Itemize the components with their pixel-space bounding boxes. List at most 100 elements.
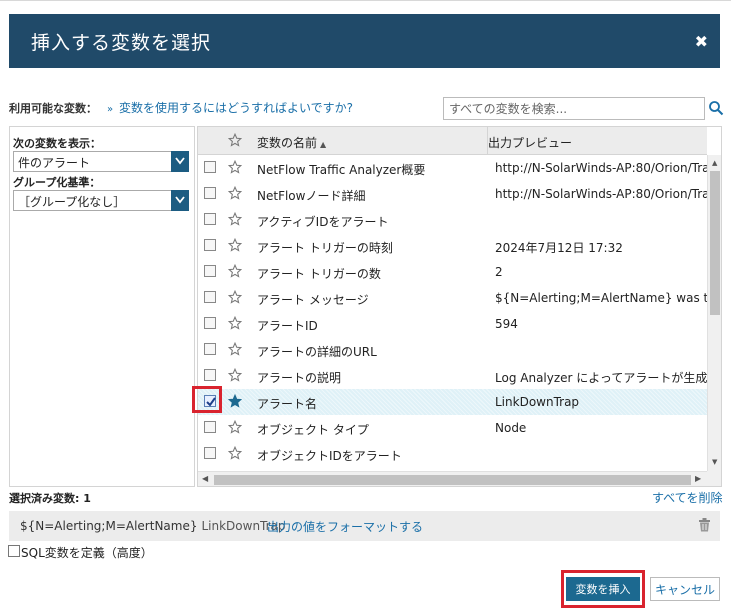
row-checkbox[interactable] — [204, 317, 216, 329]
variable-name: アラート メッセージ — [257, 293, 369, 307]
cancel-button[interactable]: キャンセル — [650, 577, 720, 601]
sort-asc-icon: ▲ — [320, 140, 327, 149]
table-row[interactable]: アラートの説明 Log Analyzer によってアラートが生成されました — [198, 363, 707, 389]
row-checkbox[interactable] — [204, 265, 216, 277]
row-checkbox[interactable] — [204, 187, 216, 199]
table-row[interactable]: アラート名 LinkDownTrap — [198, 389, 707, 415]
horizontal-scrollbar[interactable]: ◀ ▶ — [198, 471, 707, 486]
variable-name: アラート トリガーの数 — [257, 267, 381, 281]
available-variables-label: 利用可能な変数： — [9, 102, 97, 115]
scroll-thumb[interactable] — [214, 475, 691, 485]
sql-variable-checkbox[interactable] — [8, 545, 20, 557]
variable-preview: ${N=Alerting;M=AlertName} was triggered — [495, 291, 707, 305]
variable-preview: http://N-SolarWinds-AP:80/Orion/Traffic — [495, 161, 707, 175]
help-link-text[interactable]: 変数を使用するにはどうすればよいですか? — [119, 101, 353, 115]
variable-name: アラート名 — [257, 397, 318, 411]
star-icon[interactable] — [228, 186, 242, 200]
sql-variable-label: SQL変数を定義（高度） — [21, 546, 153, 560]
star-icon[interactable] — [228, 160, 242, 174]
highlight-box-insert — [561, 570, 645, 608]
star-icon[interactable] — [228, 290, 242, 304]
search-icon[interactable] — [708, 100, 724, 116]
star-icon[interactable] — [228, 316, 242, 330]
table-row[interactable]: NetFlow Traffic Analyzer概要 http://N-Solar… — [198, 155, 707, 181]
group-by-value: ［グループ化なし］ — [18, 195, 126, 209]
trash-icon[interactable] — [698, 518, 711, 532]
star-icon[interactable] — [228, 446, 242, 460]
star-icon[interactable] — [228, 342, 242, 356]
scroll-up-icon[interactable]: ▲ — [712, 159, 717, 167]
variable-name: アラートID — [257, 319, 318, 333]
row-checkbox[interactable] — [204, 343, 216, 355]
variable-preview: 594 — [495, 317, 518, 331]
dialog-header: 挿入する変数を選択 ✖ — [9, 14, 720, 68]
scroll-left-icon[interactable]: ◀ — [202, 474, 208, 483]
chevron-down-icon[interactable] — [171, 190, 189, 211]
group-by-select[interactable]: ［グループ化なし］ — [13, 190, 189, 211]
chevron-down-icon[interactable] — [171, 151, 189, 172]
variable-preview: Node — [495, 421, 527, 435]
grid-header: 変数の名前 ▲ 出力プレビュー — [198, 127, 707, 155]
table-row[interactable]: オブジェクト タイプ Node — [198, 415, 707, 441]
table-row[interactable]: オブジェクトIDをアラート — [198, 441, 707, 467]
row-checkbox[interactable] — [204, 291, 216, 303]
row-checkbox[interactable] — [204, 369, 216, 381]
row-checkbox[interactable] — [204, 239, 216, 251]
selected-count: 選択済み変数: 1 — [9, 492, 91, 505]
star-icon[interactable] — [228, 394, 242, 408]
highlight-box-checkbox — [192, 386, 222, 413]
row-checkbox[interactable] — [204, 447, 216, 459]
table-row[interactable]: アラートID 594 — [198, 311, 707, 337]
filter-panel: 次の変数を表示： 件のアラート グループ化基準： ［グループ化なし］ — [9, 126, 195, 487]
column-header-name-label: 変数の名前 — [257, 136, 318, 150]
clear-all-link[interactable]: すべてを削除 — [652, 489, 722, 506]
star-icon[interactable] — [228, 133, 242, 147]
table-row[interactable]: アラート メッセージ ${N=Alerting;M=AlertName} was … — [198, 285, 707, 311]
variable-name: アラートの詳細のURL — [257, 345, 377, 359]
scroll-corner — [707, 471, 721, 486]
star-icon[interactable] — [228, 420, 242, 434]
scroll-thumb[interactable] — [710, 171, 720, 315]
variable-name: NetFlow Traffic Analyzer概要 — [257, 163, 426, 177]
variable-name: アクティブIDをアラート — [257, 215, 389, 229]
variable-name: NetFlowノード詳細 — [257, 189, 366, 203]
selected-variable-code: ${N=Alerting;M=AlertName} — [20, 519, 198, 533]
table-row[interactable]: NetFlowノード詳細 http://N-SolarWinds-AP:80/Or… — [198, 181, 707, 207]
star-icon[interactable] — [228, 368, 242, 382]
table-row[interactable]: アラート トリガーの数 2 — [198, 259, 707, 285]
vertical-scrollbar[interactable]: ▲ ▼ — [707, 155, 721, 471]
variable-name: オブジェクトIDをアラート — [257, 449, 402, 463]
star-icon[interactable] — [228, 264, 242, 278]
table-row[interactable]: アクティブIDをアラート — [198, 207, 707, 233]
close-icon[interactable]: ✖ — [695, 32, 708, 51]
table-row[interactable]: アラートの詳細のURL — [198, 337, 707, 363]
variable-name: オブジェクト タイプ — [257, 423, 369, 437]
variable-preview: 2024年7月12日 17:32 — [495, 241, 623, 255]
scroll-down-icon[interactable]: ▼ — [712, 458, 717, 466]
column-header-name[interactable]: 変数の名前 ▲ — [257, 134, 326, 151]
variable-name: アラート トリガーの時刻 — [257, 241, 393, 255]
variables-grid: 変数の名前 ▲ 出力プレビュー NetFlow Traffic Analyzer概… — [197, 126, 722, 487]
show-variables-select[interactable]: 件のアラート — [13, 151, 189, 172]
scroll-right-icon[interactable]: ▶ — [695, 474, 701, 483]
format-output-link[interactable]: 出力の値をフォーマットする — [267, 518, 423, 535]
row-checkbox[interactable] — [204, 421, 216, 433]
variable-preview: 2 — [495, 265, 503, 279]
row-checkbox[interactable] — [204, 161, 216, 173]
star-icon[interactable] — [228, 212, 242, 226]
variable-preview: http://N-SolarWinds-AP:80/Orion/Traffic — [495, 187, 707, 201]
variable-name: アラートの説明 — [257, 371, 342, 385]
table-row[interactable]: アラート トリガーの時刻 2024年7月12日 17:32 — [198, 233, 707, 259]
variable-preview: Log Analyzer によってアラートが生成されました — [495, 371, 707, 385]
star-icon[interactable] — [228, 238, 242, 252]
column-header-preview[interactable]: 出力プレビュー — [488, 134, 572, 151]
show-variables-value: 件のアラート — [18, 156, 91, 170]
variable-preview: LinkDownTrap — [495, 395, 580, 409]
top-border — [0, 0, 731, 1]
selected-variable: ${N=Alerting;M=AlertName} LinkDownTrap — [20, 519, 286, 533]
help-link[interactable]: » 変数を使用するにはどうすればよいですか? — [107, 99, 353, 116]
show-variables-label: 次の変数を表示： — [13, 137, 101, 150]
row-checkbox[interactable] — [204, 213, 216, 225]
variable-search-input[interactable] — [443, 97, 705, 120]
group-by-label: グループ化基準： — [13, 176, 101, 189]
